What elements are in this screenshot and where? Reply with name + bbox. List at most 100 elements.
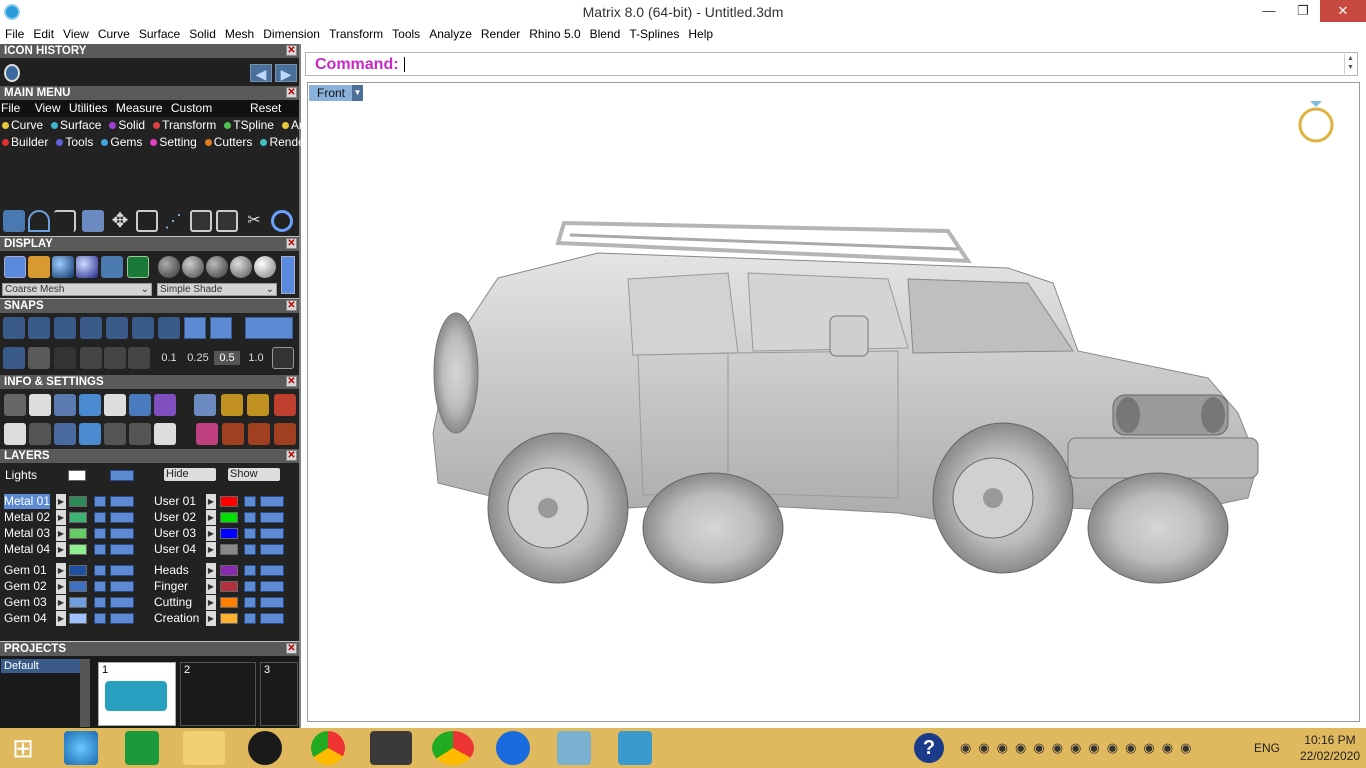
screen-icon[interactable] xyxy=(29,423,51,445)
wireframe-icon[interactable] xyxy=(4,256,26,278)
magic-icon[interactable] xyxy=(194,394,216,416)
layer-visibility-toggle[interactable] xyxy=(260,581,284,592)
layer-color-swatch[interactable] xyxy=(69,565,87,576)
snap-mid-icon[interactable] xyxy=(80,317,102,339)
ungroup-icon[interactable] xyxy=(216,210,238,232)
edit-icon[interactable] xyxy=(129,394,151,416)
dimension-icon[interactable] xyxy=(129,423,151,445)
display-toggle[interactable] xyxy=(281,256,295,294)
mm-setting[interactable]: Setting xyxy=(148,135,199,149)
render-icon[interactable] xyxy=(247,394,269,416)
layer-name[interactable]: Gem 01 xyxy=(4,563,47,578)
mm-art[interactable]: Art xyxy=(280,118,309,132)
snap-value-3[interactable]: 0.5 xyxy=(214,351,240,365)
help-icon[interactable]: ? xyxy=(914,733,944,763)
viewport-front[interactable] xyxy=(307,82,1360,722)
show-button[interactable]: Show xyxy=(228,468,280,481)
snap-perp-icon[interactable] xyxy=(158,317,180,339)
hide-button[interactable]: Hide xyxy=(164,468,216,481)
snap-value-2[interactable]: 0.25 xyxy=(185,351,211,365)
ie-icon[interactable] xyxy=(64,731,98,765)
layer-color-swatch[interactable] xyxy=(69,528,87,539)
cube-icon[interactable] xyxy=(28,347,50,369)
extrude-icon[interactable] xyxy=(82,210,104,232)
matrix-app-icon[interactable] xyxy=(370,731,412,765)
layer-visibility-toggle[interactable] xyxy=(110,581,134,592)
layer-color-swatch[interactable] xyxy=(220,512,238,523)
tool-icon[interactable] xyxy=(274,423,296,445)
layer-visibility-toggle[interactable] xyxy=(260,613,284,624)
layer-color-swatch[interactable] xyxy=(69,496,87,507)
command-scroll[interactable]: ▲ ▼ xyxy=(1344,54,1356,74)
document-icon[interactable] xyxy=(104,394,126,416)
lock-icon[interactable] xyxy=(94,528,106,539)
lock-icon[interactable] xyxy=(244,565,256,576)
lights-toggle[interactable] xyxy=(110,470,134,481)
close-icon[interactable]: ✕ xyxy=(286,300,297,311)
menu-mesh[interactable]: Mesh xyxy=(220,24,258,44)
mm-file[interactable]: File xyxy=(1,101,20,115)
project-slot-1[interactable]: 1 xyxy=(98,662,176,726)
mm-transform[interactable]: Transform xyxy=(151,118,219,132)
mm-utilities[interactable]: Utilities xyxy=(69,101,108,115)
arc-icon[interactable] xyxy=(28,210,50,232)
layers-icon[interactable] xyxy=(54,394,76,416)
lock-icon[interactable] xyxy=(94,613,106,624)
close-icon[interactable]: ✕ xyxy=(286,238,297,249)
circle-icon[interactable] xyxy=(271,210,293,232)
history-icon[interactable] xyxy=(4,64,20,82)
menu-blend[interactable]: Blend xyxy=(585,24,625,44)
layer-visibility-toggle[interactable] xyxy=(110,512,134,523)
projects-scrollbar[interactable] xyxy=(80,659,90,727)
pen-icon[interactable] xyxy=(54,347,76,369)
expand-arrow-icon[interactable]: ▶ xyxy=(56,526,66,541)
layer-name[interactable]: User 03 xyxy=(154,526,196,541)
history-forward-button[interactable]: ▶ xyxy=(275,64,297,82)
layer-name[interactable]: Creation xyxy=(154,611,199,626)
tray-icons[interactable]: ◉◉◉◉◉◉◉◉◉◉◉◉◉ xyxy=(960,740,1240,756)
xray-icon[interactable] xyxy=(101,256,123,278)
expand-arrow-icon[interactable]: ▶ xyxy=(56,542,66,557)
move-icon[interactable]: ✥ xyxy=(109,210,131,232)
layer-name[interactable]: Metal 04 xyxy=(4,542,50,557)
tool-icon[interactable] xyxy=(222,423,244,445)
mesh-select[interactable]: Coarse Mesh ⌄ xyxy=(2,283,152,296)
layer-visibility-toggle[interactable] xyxy=(260,496,284,507)
snap-ortho-toggle[interactable] xyxy=(245,317,293,339)
app-icon[interactable] xyxy=(618,731,652,765)
expand-arrow-icon[interactable]: ▶ xyxy=(56,579,66,594)
layer-name[interactable]: Gem 04 xyxy=(4,611,47,626)
grid-cube-icon[interactable] xyxy=(54,423,76,445)
diamond-icon[interactable] xyxy=(104,347,126,369)
expand-arrow-icon[interactable]: ▶ xyxy=(56,510,66,525)
shade-select[interactable]: Simple Shade ⌄ xyxy=(157,283,277,296)
render-icon[interactable] xyxy=(221,394,243,416)
lock-icon[interactable] xyxy=(244,512,256,523)
menu-tsplines[interactable]: T-Splines xyxy=(624,24,683,44)
expand-arrow-icon[interactable]: ▶ xyxy=(206,563,216,578)
material-sphere-icon[interactable] xyxy=(182,256,204,278)
grid-view-icon[interactable] xyxy=(127,256,149,278)
cylinder-icon[interactable] xyxy=(79,423,101,445)
layer-name[interactable]: Gem 03 xyxy=(4,595,47,610)
layer-color-swatch[interactable] xyxy=(69,544,87,555)
mm-measure[interactable]: Measure xyxy=(116,101,163,115)
layer-visibility-toggle[interactable] xyxy=(110,528,134,539)
layer-visibility-toggle[interactable] xyxy=(110,496,134,507)
trim-icon[interactable]: ✂ xyxy=(243,210,265,232)
cube-settings-icon[interactable] xyxy=(154,394,176,416)
page-icon[interactable] xyxy=(136,210,158,232)
snap-value-4[interactable]: 1.0 xyxy=(243,351,269,365)
viewport-tab[interactable]: Front ▼ xyxy=(309,85,363,101)
list-icon[interactable] xyxy=(154,423,176,445)
mm-custom[interactable]: Custom xyxy=(171,101,212,115)
mm-cutters[interactable]: Cutters xyxy=(203,135,256,149)
layer-visibility-toggle[interactable] xyxy=(110,565,134,576)
menu-dimension[interactable]: Dimension xyxy=(258,24,324,44)
lock-icon[interactable] xyxy=(244,581,256,592)
layer-name[interactable]: Metal 02 xyxy=(4,510,50,525)
snap-quad-icon[interactable] xyxy=(210,317,232,339)
layer-color-swatch[interactable] xyxy=(69,613,87,624)
layer-visibility-toggle[interactable] xyxy=(110,613,134,624)
layer-color-swatch[interactable] xyxy=(220,528,238,539)
